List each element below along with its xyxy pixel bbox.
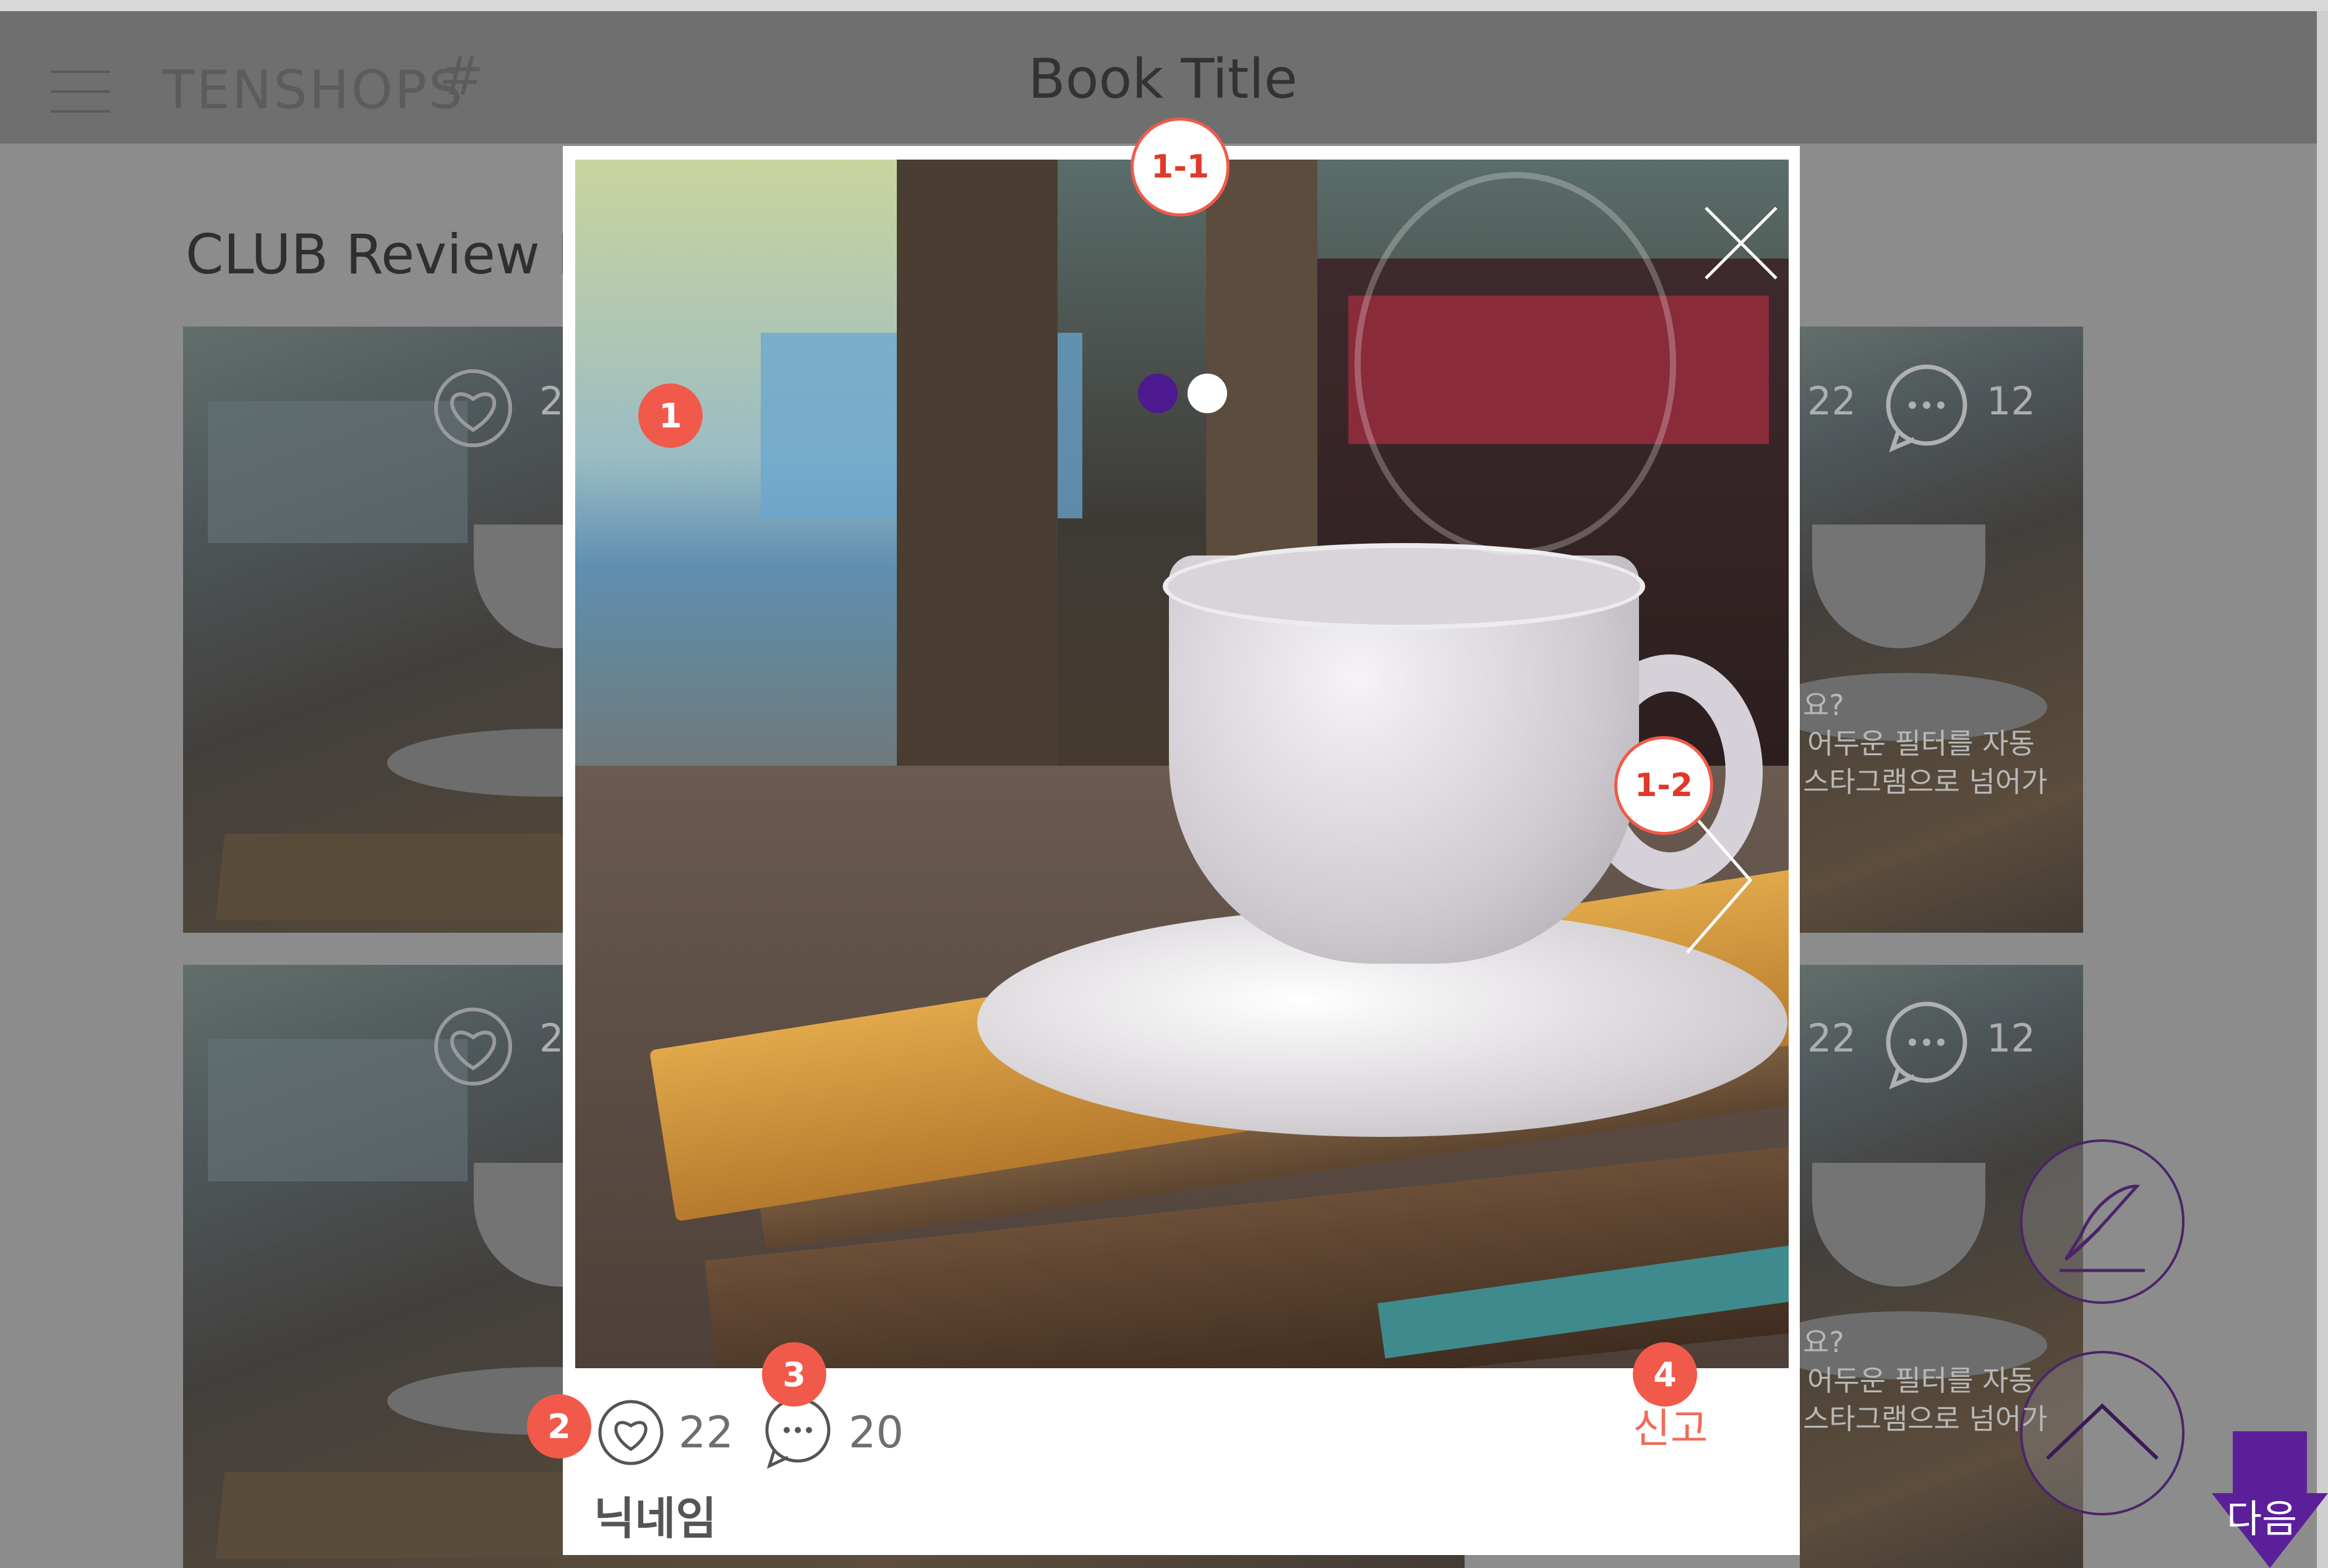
card-snippet-1: 요? (1803, 688, 1844, 722)
comment-icon[interactable] (1880, 362, 1973, 455)
card-snippet-3: 스타그램으로 넘어가 (1803, 1402, 2048, 1436)
annotation-marker-2: 2 (527, 1394, 591, 1459)
chevron-right-icon[interactable] (1682, 803, 1757, 958)
section-title: CLUB Review B (186, 223, 595, 286)
quill-icon (2060, 1185, 2145, 1272)
brand-hash-mark: # (439, 46, 484, 108)
annotation-marker-3: 3 (762, 1342, 826, 1407)
like-count: 22 (678, 1407, 734, 1458)
review-modal: 22 20 신고 닉네임 (563, 146, 1800, 1555)
card-snippet-3: 스타그램으로 넘어가 (1803, 765, 2048, 799)
comment-button[interactable]: 20 (761, 1395, 904, 1470)
like-count: 2 (539, 379, 564, 424)
annotation-marker-1-1: 1-1 (1131, 118, 1230, 216)
like-count: 2 (539, 1016, 564, 1061)
slide-indicator[interactable] (1138, 374, 1237, 413)
menu-icon[interactable] (51, 71, 110, 115)
like-button[interactable]: 22 (597, 1395, 734, 1470)
like-count: 22 (1807, 1016, 1856, 1061)
comment-icon[interactable] (761, 1395, 835, 1470)
next-button-label[interactable]: 다음 (2227, 1488, 2297, 1543)
comment-icon[interactable] (1880, 999, 1973, 1092)
card-snippet-2: 어두운 필터를 자동 (1807, 1364, 2035, 1397)
scrollbar-track[interactable] (2317, 11, 2328, 1568)
slide-dot[interactable] (1188, 374, 1227, 413)
card-snippet-2: 어두운 필터를 자동 (1807, 727, 2035, 760)
comment-count: 12 (1987, 1016, 2035, 1061)
author-nickname: 닉네임 (594, 1493, 717, 1544)
like-count: 22 (1807, 379, 1856, 424)
review-photo[interactable] (575, 160, 1789, 1368)
close-icon[interactable] (1701, 203, 1781, 283)
slide-dot-active[interactable] (1138, 374, 1178, 413)
card-snippet-1: 요? (1803, 1326, 1844, 1359)
page-title: Book Title (1028, 47, 1298, 111)
comment-count: 12 (1987, 379, 2035, 424)
brand-logo[interactable]: TENSHOPS (162, 59, 464, 121)
annotation-marker-1-2: 1-2 (1614, 736, 1713, 835)
heart-icon[interactable] (597, 1399, 665, 1467)
annotation-marker-4: 4 (1633, 1342, 1697, 1407)
annotation-marker-1: 1 (638, 383, 703, 448)
heart-icon[interactable] (427, 1003, 520, 1090)
comment-count: 20 (849, 1407, 904, 1458)
heart-icon[interactable] (427, 365, 520, 452)
window-top-strip (0, 0, 2328, 11)
write-review-button[interactable] (2020, 1139, 2185, 1304)
